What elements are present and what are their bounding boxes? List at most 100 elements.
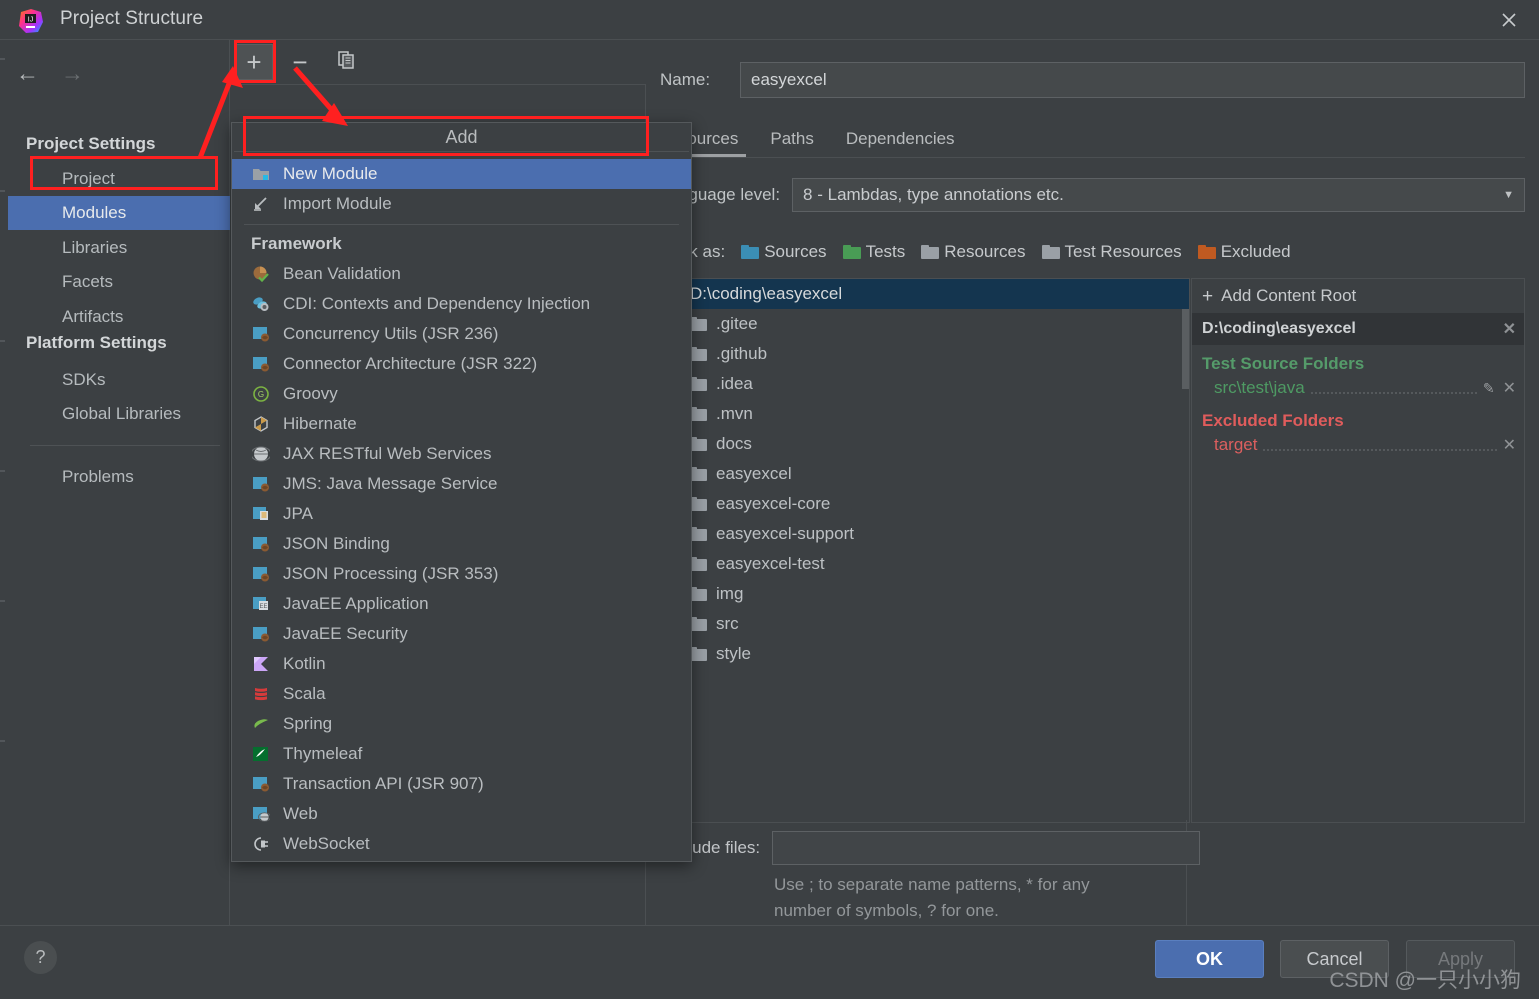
- menu-item-web[interactable]: Web: [232, 799, 691, 829]
- menu-item-jpa[interactable]: JPA: [232, 499, 691, 529]
- navigation-arrows: ← →: [16, 56, 84, 90]
- sidebar-item-facets[interactable]: Facets: [8, 265, 230, 299]
- sidebar-item-project[interactable]: Project: [8, 162, 230, 196]
- tree-row[interactable]: .gitee: [661, 309, 1189, 339]
- kotlin-icon: [251, 654, 271, 674]
- menu-item-new-module[interactable]: New Module: [232, 159, 691, 189]
- tree-row[interactable]: easyexcel: [661, 459, 1189, 489]
- tree-row[interactable]: easyexcel-test: [661, 549, 1189, 579]
- tree-row[interactable]: .idea: [661, 369, 1189, 399]
- background-window-strip: [0, 40, 8, 925]
- menu-item-label: Scala: [283, 684, 326, 703]
- content-root-path-row[interactable]: D:\coding\easyexcel ✕: [1192, 313, 1524, 345]
- menu-item-jax-restful[interactable]: JAX RESTful Web Services: [232, 439, 691, 469]
- mark-as-sources-button[interactable]: Sources: [741, 242, 827, 262]
- tree-row[interactable]: .mvn: [661, 399, 1189, 429]
- close-icon[interactable]: [1479, 0, 1539, 39]
- close-icon[interactable]: ✕: [1503, 319, 1516, 339]
- menu-item-jms[interactable]: JMS: Java Message Service: [232, 469, 691, 499]
- cdi-icon: [251, 294, 271, 314]
- ok-button[interactable]: OK: [1155, 940, 1264, 978]
- tree-row[interactable]: easyexcel-core: [661, 489, 1189, 519]
- menu-item-groovy[interactable]: G Groovy: [232, 379, 691, 409]
- svg-text:EE: EE: [259, 604, 267, 610]
- pencil-icon[interactable]: ✎: [1483, 380, 1495, 397]
- menu-item-cdi[interactable]: CDI: Contexts and Dependency Injection: [232, 289, 691, 319]
- tree-row-root[interactable]: D:\coding\easyexcel: [661, 279, 1189, 309]
- folder-test-resources-icon: [1041, 245, 1060, 259]
- settings-sidebar: ← → Project Settings Project Modules Lib…: [8, 40, 230, 925]
- tree-row[interactable]: easyexcel-support: [661, 519, 1189, 549]
- menu-item-javaee-security[interactable]: JavaEE Security: [232, 619, 691, 649]
- menu-item-scala[interactable]: Scala: [232, 679, 691, 709]
- tree-row[interactable]: .github: [661, 339, 1189, 369]
- test-source-folders-header: Test Source Folders: [1202, 354, 1365, 373]
- tab-dependencies[interactable]: Dependencies: [830, 120, 971, 157]
- java-ee-icon: [251, 474, 271, 494]
- mark-as-test-resources-label: Test Resources: [1064, 242, 1182, 261]
- menu-item-concurrency-utils[interactable]: Concurrency Utils (JSR 236): [232, 319, 691, 349]
- menu-item-transaction-api[interactable]: Transaction API (JSR 907): [232, 769, 691, 799]
- module-tabs: Sources Paths Dependencies: [660, 120, 1525, 158]
- intellij-idea-logo-icon: IJ: [18, 8, 44, 34]
- close-icon[interactable]: ✕: [1503, 378, 1516, 398]
- module-name-input[interactable]: [740, 62, 1525, 98]
- menu-item-bean-validation[interactable]: Bean Validation: [232, 259, 691, 289]
- mark-as-test-resources-button[interactable]: Test Resources: [1041, 242, 1182, 262]
- test-source-folder-entry[interactable]: src\test\java ✎ ✕: [1192, 374, 1524, 402]
- menu-title: Add: [445, 126, 478, 147]
- content-folder-tree[interactable]: D:\coding\easyexcel .gitee .github .idea…: [660, 278, 1190, 823]
- excluded-folder-entry[interactable]: target ✕: [1192, 431, 1524, 459]
- javaee-app-icon: EE: [251, 594, 271, 614]
- java-ee-icon: [251, 354, 271, 374]
- add-content-root-button[interactable]: + Add Content Root: [1192, 279, 1524, 313]
- remove-module-button[interactable]: −: [281, 44, 319, 80]
- menu-item-import-module[interactable]: Import Module: [232, 189, 691, 219]
- tree-row[interactable]: img: [661, 579, 1189, 609]
- menu-item-label: New Module: [283, 164, 378, 183]
- sidebar-item-modules[interactable]: Modules: [8, 196, 230, 230]
- tree-row[interactable]: src: [661, 609, 1189, 639]
- close-icon[interactable]: ✕: [1503, 435, 1516, 455]
- menu-item-connector-architecture[interactable]: Connector Architecture (JSR 322): [232, 349, 691, 379]
- menu-item-spring[interactable]: Spring: [232, 709, 691, 739]
- tab-paths[interactable]: Paths: [754, 120, 829, 157]
- menu-item-javaee-application[interactable]: EE JavaEE Application: [232, 589, 691, 619]
- tree-row-label: easyexcel-core: [716, 494, 831, 513]
- menu-item-websocket[interactable]: WebSocket: [232, 829, 691, 859]
- content-root-path: D:\coding\easyexcel: [1202, 320, 1356, 337]
- sidebar-item-global-libraries[interactable]: Global Libraries: [8, 397, 230, 431]
- entry-dots: [1263, 440, 1497, 451]
- language-level-select[interactable]: 8 - Lambdas, type annotations etc. ▼: [792, 178, 1525, 212]
- mark-as-resources-button[interactable]: Resources: [921, 242, 1026, 262]
- tree-row-label: .github: [716, 344, 768, 363]
- add-module-button[interactable]: +: [235, 44, 273, 80]
- menu-item-json-binding[interactable]: JSON Binding: [232, 529, 691, 559]
- menu-item-kotlin[interactable]: Kotlin: [232, 649, 691, 679]
- sidebar-item-problems[interactable]: Problems: [8, 460, 230, 494]
- tree-row[interactable]: docs: [661, 429, 1189, 459]
- exclude-files-input[interactable]: [772, 831, 1200, 865]
- java-ee-icon: [251, 624, 271, 644]
- menu-item-label: Import Module: [283, 194, 392, 213]
- tree-row[interactable]: style: [661, 639, 1189, 669]
- menu-item-hibernate[interactable]: Hibernate: [232, 409, 691, 439]
- help-icon[interactable]: ?: [24, 941, 57, 974]
- tree-row-label: easyexcel: [716, 464, 792, 483]
- watermark: CSDN @一只小小狗: [1329, 969, 1521, 992]
- mark-as-excluded-button[interactable]: Excluded: [1197, 242, 1291, 262]
- menu-item-thymeleaf[interactable]: Thymeleaf: [232, 739, 691, 769]
- menu-item-label: WebSocket: [283, 834, 370, 853]
- mark-as-resources-label: Resources: [944, 242, 1026, 261]
- sidebar-item-libraries[interactable]: Libraries: [8, 231, 230, 265]
- copy-module-button[interactable]: [327, 44, 365, 80]
- menu-item-label: JPA: [283, 504, 313, 523]
- arrow-right-icon[interactable]: →: [61, 61, 84, 85]
- mark-as-tests-button[interactable]: Tests: [842, 242, 905, 262]
- thymeleaf-icon: [251, 744, 271, 764]
- sidebar-item-artifacts[interactable]: Artifacts: [8, 300, 230, 334]
- sidebar-item-sdks[interactable]: SDKs: [8, 363, 230, 397]
- menu-item-json-processing[interactable]: JSON Processing (JSR 353): [232, 559, 691, 589]
- arrow-left-icon[interactable]: ←: [16, 61, 39, 85]
- tree-scrollbar[interactable]: [1182, 309, 1189, 389]
